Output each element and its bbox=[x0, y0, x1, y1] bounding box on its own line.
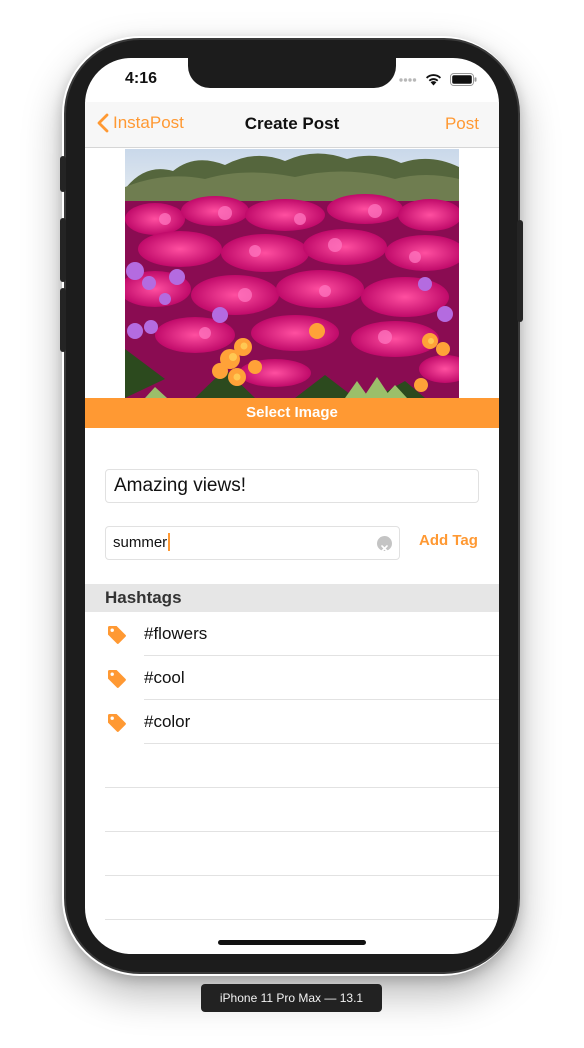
wifi-icon bbox=[426, 74, 441, 86]
caption-field[interactable]: Amazing views! bbox=[105, 469, 479, 503]
add-tag-button[interactable]: Add Tag bbox=[419, 532, 478, 549]
status-time: 4:16 bbox=[125, 70, 158, 87]
hashtag-row[interactable]: #cool bbox=[85, 656, 499, 700]
hashtag-row[interactable]: #color bbox=[85, 700, 499, 744]
empty-row-separator bbox=[105, 919, 499, 920]
hashtag-label: #color bbox=[144, 712, 191, 731]
empty-row-separator bbox=[105, 831, 499, 832]
empty-row-separator bbox=[105, 787, 499, 788]
row-separator bbox=[144, 743, 499, 744]
tag-icon bbox=[108, 626, 126, 644]
page-title: Create Post bbox=[244, 114, 340, 133]
post-button[interactable]: Post bbox=[445, 114, 479, 134]
select-image-button[interactable]: Select Image bbox=[85, 398, 499, 428]
home-indicator[interactable] bbox=[218, 940, 366, 945]
tag-input-value: summer bbox=[113, 534, 168, 551]
volume-down-button bbox=[60, 288, 66, 352]
tag-icon bbox=[108, 670, 126, 688]
status-icons bbox=[399, 73, 477, 86]
tag-icon bbox=[108, 714, 126, 732]
empty-row-separator bbox=[105, 875, 499, 876]
tag-input[interactable]: summer bbox=[105, 526, 400, 560]
phone-screen: 4:16 InstaPost Create Post Post Select I… bbox=[85, 58, 499, 954]
device-label: iPhone 11 Pro Max — 13.1 bbox=[201, 984, 382, 1012]
hashtag-label: #cool bbox=[144, 668, 185, 687]
hashtag-row[interactable]: #flowers bbox=[85, 612, 499, 656]
battery-icon bbox=[450, 73, 477, 86]
clear-icon bbox=[381, 545, 388, 552]
flower-field-image bbox=[125, 149, 459, 398]
hashtag-label: #flowers bbox=[144, 624, 208, 643]
volume-up-button bbox=[60, 218, 66, 282]
power-button bbox=[517, 220, 523, 322]
notch bbox=[188, 58, 396, 88]
clear-text-button[interactable] bbox=[377, 536, 392, 552]
hashtags-section-header: Hashtags bbox=[85, 584, 499, 612]
text-cursor bbox=[168, 533, 171, 552]
cellular-signal-icon bbox=[399, 77, 417, 82]
navigation-bar: InstaPost Create Post Post bbox=[85, 102, 499, 148]
selected-photo bbox=[125, 149, 459, 398]
mute-switch bbox=[60, 156, 66, 192]
